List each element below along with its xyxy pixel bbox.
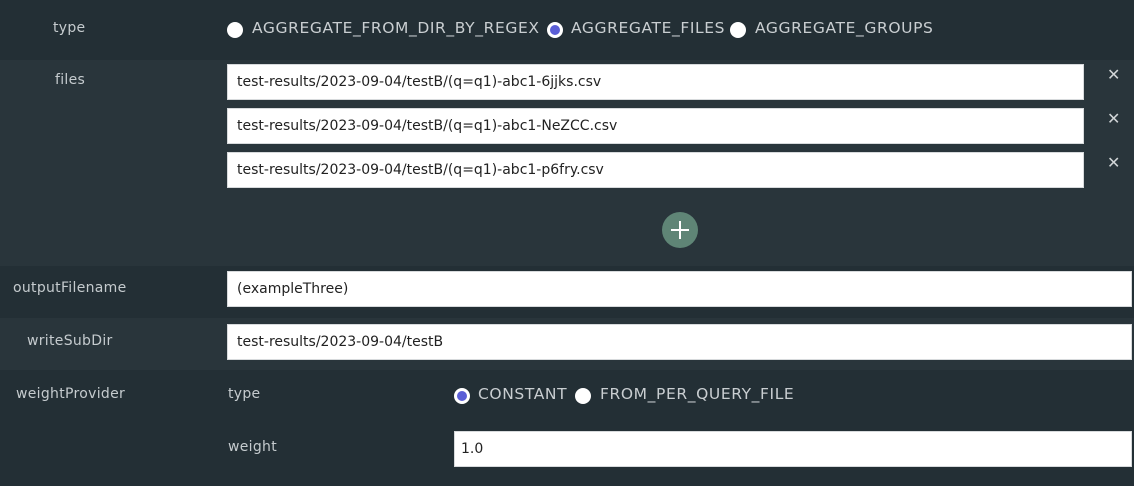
add-file-plus-icon[interactable]: [662, 212, 698, 248]
remove-file-1-close-icon[interactable]: ✕: [1107, 67, 1120, 83]
weight-label: weight: [228, 439, 278, 455]
radio-label-constant[interactable]: CONSTANT: [478, 385, 567, 403]
file-input-2[interactable]: test-results/2023-09-04/testB/(q=q1)-abc…: [227, 108, 1084, 144]
remove-file-2-close-icon[interactable]: ✕: [1107, 111, 1120, 127]
file-input-3[interactable]: test-results/2023-09-04/testB/(q=q1)-abc…: [227, 152, 1084, 188]
radio-from-per-query-file[interactable]: [575, 388, 591, 404]
radio-aggregate-groups[interactable]: [730, 22, 746, 38]
files-label: files: [55, 72, 86, 88]
radio-constant[interactable]: [454, 388, 470, 404]
remove-file-3-close-icon[interactable]: ✕: [1107, 155, 1120, 171]
radio-aggregate-from-dir-by-regex[interactable]: [227, 22, 243, 38]
radio-label-aggregate-files[interactable]: AGGREGATE_FILES: [571, 19, 725, 37]
type-label: type: [53, 20, 86, 36]
weight-input[interactable]: 1.0: [454, 431, 1132, 467]
output-filename-label: outputFilename: [13, 280, 127, 296]
output-filename-input[interactable]: (exampleThree): [227, 271, 1132, 307]
radio-label-aggregate-groups[interactable]: AGGREGATE_GROUPS: [755, 19, 933, 37]
radio-label-aggregate-from-dir-by-regex[interactable]: AGGREGATE_FROM_DIR_BY_REGEX: [252, 19, 540, 37]
radio-aggregate-files[interactable]: [547, 22, 563, 38]
file-input-1[interactable]: test-results/2023-09-04/testB/(q=q1)-abc…: [227, 64, 1084, 100]
weight-provider-type-label: type: [228, 386, 261, 402]
write-sub-dir-label: writeSubDir: [27, 333, 113, 349]
weight-provider-label: weightProvider: [16, 386, 126, 402]
type-row: [0, 0, 1134, 60]
write-sub-dir-input[interactable]: test-results/2023-09-04/testB: [227, 324, 1132, 360]
radio-label-from-per-query-file[interactable]: FROM_PER_QUERY_FILE: [600, 385, 794, 403]
